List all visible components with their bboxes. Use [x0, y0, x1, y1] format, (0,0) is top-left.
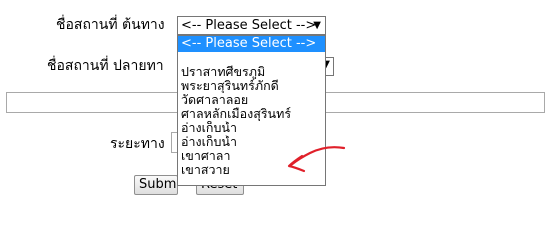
dropdown-option[interactable]: วัดศาลาลอย — [178, 93, 325, 107]
origin-label: ชื่อสถานที่ ต้นทาง — [56, 17, 165, 33]
dropdown-option[interactable]: <-- Please Select --> — [178, 36, 325, 52]
dropdown-option[interactable]: พระยาสุรินทร์ภักดี — [178, 79, 325, 93]
submit-button[interactable]: Submit — [134, 175, 178, 195]
dropdown-option[interactable] — [178, 52, 325, 65]
destination-label: ชื่อสถานที่ ปลายทา — [47, 58, 164, 74]
origin-select-value: <-- Please Select --> — [181, 18, 317, 33]
origin-select[interactable]: <-- Please Select --> ▼ — [177, 16, 326, 35]
red-arrow-annotation — [287, 146, 346, 173]
dropdown-option[interactable]: ปราสาทศีขรภูมิ — [178, 65, 325, 79]
distance-label: ระยะทาง — [110, 136, 165, 152]
chevron-down-icon[interactable]: ▼ — [313, 17, 321, 34]
dropdown-option[interactable]: ศาลหลักเมืองสุรินทร์ — [178, 107, 325, 121]
dropdown-option[interactable]: อ่างเก็บน้ำ — [178, 121, 325, 135]
